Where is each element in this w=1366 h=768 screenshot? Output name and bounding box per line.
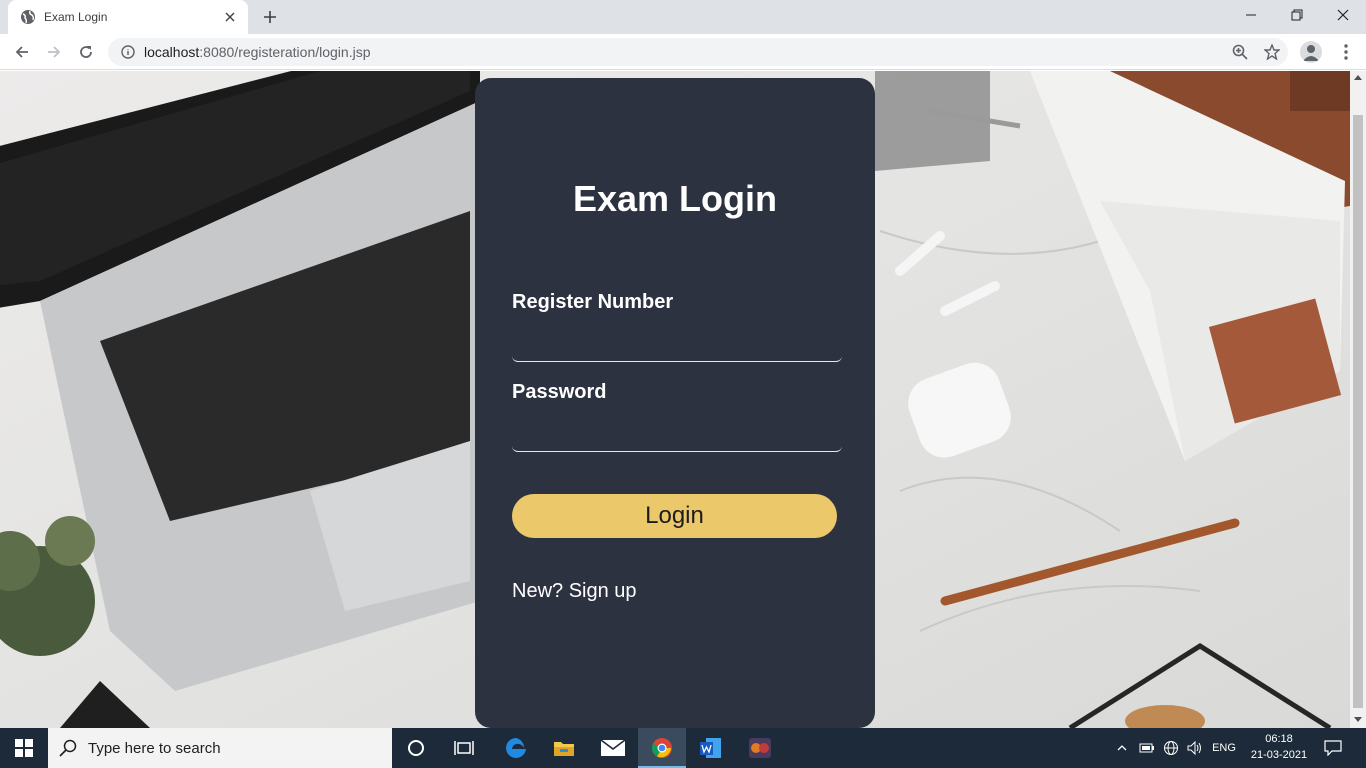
- network-globe-icon[interactable]: [1160, 728, 1182, 768]
- more-menu-icon[interactable]: [1332, 38, 1360, 66]
- signup-link[interactable]: New? Sign up: [512, 580, 637, 603]
- browser-tab[interactable]: Exam Login: [8, 0, 248, 34]
- scrollbar-thumb[interactable]: [1353, 115, 1363, 708]
- minimize-icon[interactable]: [1228, 0, 1274, 30]
- scroll-down-arrow-icon[interactable]: [1354, 717, 1362, 722]
- reload-icon[interactable]: [72, 38, 100, 66]
- password-label: Password: [512, 381, 607, 403]
- windows-taskbar: Type here to search ENG 06:18 21-03-2021: [0, 728, 1366, 768]
- clock-time: 06:18: [1265, 733, 1293, 745]
- address-bar[interactable]: localhost:8080/registeration/login.jsp: [108, 38, 1288, 66]
- url-text: localhost:8080/registeration/login.jsp: [144, 44, 371, 60]
- close-tab-icon[interactable]: [222, 9, 238, 25]
- game-icon[interactable]: [736, 728, 784, 768]
- password-input[interactable]: [512, 418, 842, 452]
- edge-icon[interactable]: [492, 728, 540, 768]
- mail-icon[interactable]: [589, 728, 637, 768]
- battery-icon[interactable]: [1136, 728, 1158, 768]
- zoom-icon[interactable]: [1226, 38, 1254, 66]
- file-explorer-icon[interactable]: [540, 728, 588, 768]
- tab-title: Exam Login: [44, 10, 108, 24]
- globe-icon: [20, 9, 36, 25]
- search-placeholder: Type here to search: [88, 739, 221, 757]
- taskbar-search-box[interactable]: Type here to search: [48, 728, 392, 768]
- info-icon[interactable]: [114, 45, 142, 59]
- chrome-icon[interactable]: [638, 728, 686, 768]
- browser-toolbar: localhost:8080/registeration/login.jsp: [0, 34, 1366, 70]
- windows-start-icon[interactable]: [0, 728, 48, 768]
- clock-date: 21-03-2021: [1250, 749, 1308, 761]
- back-arrow-icon[interactable]: [8, 38, 36, 66]
- new-tab-icon[interactable]: [258, 6, 282, 28]
- register-number-label: Register Number: [512, 291, 674, 313]
- restore-icon[interactable]: [1274, 0, 1320, 30]
- language-indicator[interactable]: ENG: [1208, 728, 1240, 768]
- taskbar-clock[interactable]: 06:18 21-03-2021: [1250, 731, 1308, 763]
- show-hidden-icons-icon[interactable]: [1112, 728, 1132, 768]
- scroll-up-arrow-icon[interactable]: [1354, 75, 1362, 80]
- volume-icon[interactable]: [1184, 728, 1206, 768]
- page-title: Exam Login: [572, 178, 778, 219]
- task-view-icon[interactable]: [440, 728, 488, 768]
- profile-avatar-icon[interactable]: [1300, 41, 1322, 63]
- close-window-icon[interactable]: [1320, 0, 1366, 30]
- notification-center-icon[interactable]: [1316, 728, 1350, 768]
- page-viewport: Exam Login Register Number Password Logi…: [0, 71, 1350, 728]
- cortana-icon[interactable]: [392, 728, 440, 768]
- search-icon: [48, 739, 88, 757]
- page-scrollbar[interactable]: [1350, 71, 1366, 728]
- browser-tabstrip: Exam Login: [0, 0, 1366, 34]
- forward-arrow-icon[interactable]: [40, 38, 68, 66]
- word-icon[interactable]: [687, 728, 735, 768]
- login-card: Exam Login Register Number Password Logi…: [475, 78, 875, 728]
- register-number-input[interactable]: [512, 328, 842, 362]
- bookmark-star-icon[interactable]: [1258, 38, 1286, 66]
- login-button[interactable]: Login: [512, 494, 837, 538]
